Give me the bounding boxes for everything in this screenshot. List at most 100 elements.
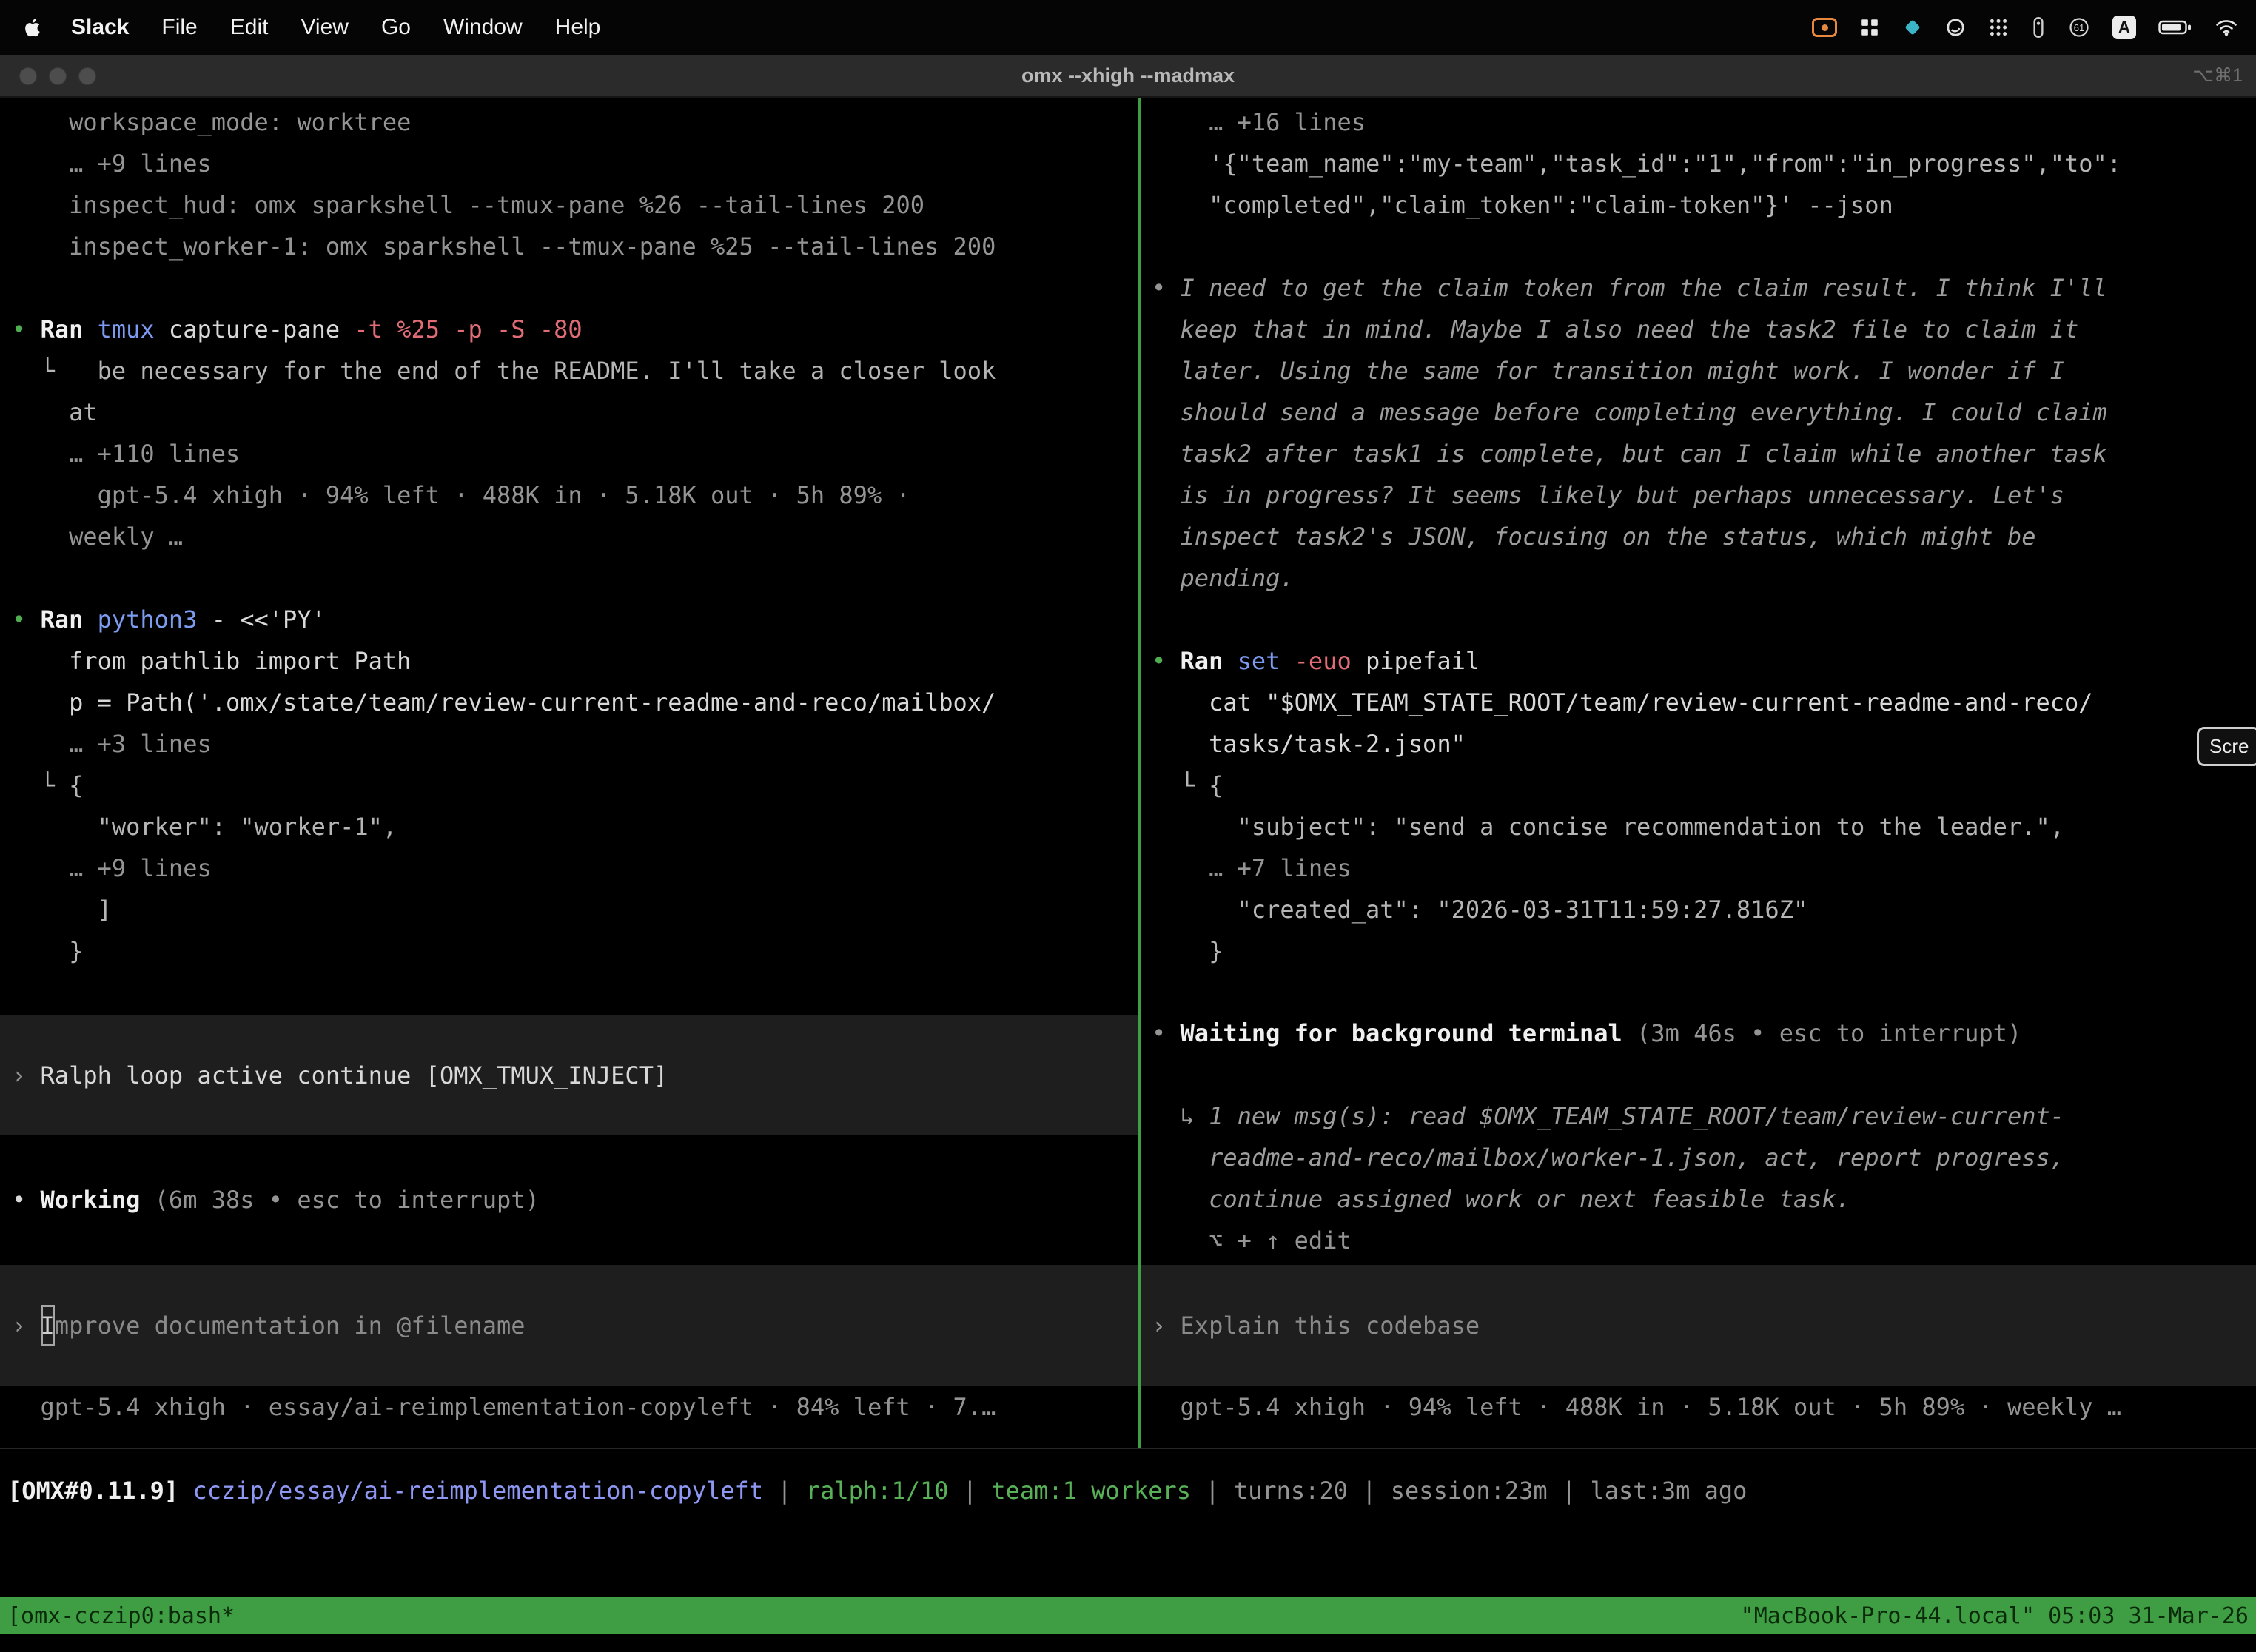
right-status-line: gpt-5.4 xhigh · 94% left · 488K in · 5.1… xyxy=(1141,1386,2256,1428)
right-message-block: ↳ 1 new msg(s): read $OMX_TEAM_STATE_ROO… xyxy=(1141,1095,2256,1261)
terminal-line: gpt-5.4 xhigh · 94% left · 488K in · 5.1… xyxy=(12,474,1138,516)
terminal-line: "completed","claim_token":"claim-token"}… xyxy=(1152,184,2256,226)
screen: Slack File Edit View Go Window Help xyxy=(0,0,2256,1652)
right-prompt-input[interactable]: › Explain this codebase xyxy=(1141,1265,2256,1386)
app-grid-icon[interactable] xyxy=(1988,11,2009,44)
terminal-panes: workspace_mode: worktree … +9 lines insp… xyxy=(0,98,2256,1449)
window-grid-icon[interactable] xyxy=(1859,11,1880,44)
tmux-status-bar: [omx-cczip0:bash* "MacBook-Pro-44.local"… xyxy=(0,1597,2256,1634)
terminal-line: is in progress? It seems likely but perh… xyxy=(1152,474,2256,516)
terminal-line: tasks/task-2.json" xyxy=(1152,723,2256,765)
input-source-icon[interactable]: A xyxy=(2112,16,2136,39)
terminal-line xyxy=(1152,599,2256,640)
menu-bar: Slack File Edit View Go Window Help xyxy=(0,0,2256,55)
screen-share-tooltip-text: Scre xyxy=(2209,735,2249,757)
left-working-line: • Working (6m 38s • esc to interrupt) xyxy=(0,1179,1138,1220)
terminal-line: • Ran set -euo pipefail xyxy=(1152,640,2256,682)
terminal-line: • I need to get the claim token from the… xyxy=(1152,267,2256,309)
omx-status-line: [OMX#0.11.9] cczip/essay/ai-reimplementa… xyxy=(7,1470,2256,1511)
menu-item-help[interactable]: Help xyxy=(539,15,617,40)
terminal-line: ⌥ + ↑ edit xyxy=(1152,1220,2256,1261)
terminal-line: cat "$OMX_TEAM_STATE_ROOT/team/review-cu… xyxy=(1152,682,2256,723)
terminal-line: gpt-5.4 xhigh · essay/ai-reimplementatio… xyxy=(12,1386,1138,1428)
terminal-line: inspect task2's JSON, focusing on the st… xyxy=(1152,516,2256,557)
terminal-line: └ { xyxy=(1152,765,2256,806)
terminal-line: • Ran python3 - <<'PY' xyxy=(12,599,1138,640)
terminal-line: … +9 lines xyxy=(12,847,1138,889)
terminal-line: • Working (6m 38s • esc to interrupt) xyxy=(12,1179,1138,1220)
right-log: … +16 lines '{"team_name":"my-team","tas… xyxy=(1141,101,2256,972)
right-pane[interactable]: … +16 lines '{"team_name":"my-team","tas… xyxy=(1141,98,2256,1448)
tmux-session-label: [omx-cczip0:bash* xyxy=(7,1603,235,1629)
terminal-line: … +3 lines xyxy=(12,723,1138,765)
battery-gauge-icon[interactable]: 61 xyxy=(2068,11,2090,44)
battery-icon[interactable] xyxy=(2158,11,2192,44)
terminal-line: readme-and-reco/mailbox/worker-1.json, a… xyxy=(1152,1137,2256,1178)
terminal-line: ↳ 1 new msg(s): read $OMX_TEAM_STATE_ROO… xyxy=(1152,1095,2256,1137)
terminal-line: inspect_worker-1: omx sparkshell --tmux-… xyxy=(12,226,1138,267)
terminal-line: "subject": "send a concise recommendatio… xyxy=(1152,806,2256,847)
window-shortcut-hint: ⌥⌘1 xyxy=(2192,55,2243,96)
terminal-line xyxy=(1152,226,2256,267)
terminal-line: weekly … xyxy=(12,516,1138,557)
terminal-line: keep that in mind. Maybe I also need the… xyxy=(1152,309,2256,350)
terminal-line: … +9 lines xyxy=(12,143,1138,184)
terminal-line: workspace_mode: worktree xyxy=(12,101,1138,143)
left-status-line: gpt-5.4 xhigh · essay/ai-reimplementatio… xyxy=(0,1386,1138,1428)
terminal-line: └ be necessary for the end of the README… xyxy=(12,350,1138,392)
left-prompt-input[interactable]: › Improve documentation in @filename xyxy=(0,1265,1138,1386)
menu-item-go[interactable]: Go xyxy=(365,15,427,40)
terminal-line xyxy=(12,267,1138,309)
terminal-line: ] xyxy=(12,889,1138,930)
terminal-line: at xyxy=(12,392,1138,433)
menu-left: Slack File Edit View Go Window Help xyxy=(0,15,617,40)
terminal-line: p = Path('.omx/state/team/review-current… xyxy=(12,682,1138,723)
terminal-line: } xyxy=(12,930,1138,972)
terminal-line: › Improve documentation in @filename xyxy=(12,1305,1138,1346)
arc-icon[interactable] xyxy=(1945,11,1966,44)
terminal-line xyxy=(12,557,1138,599)
screen-share-tooltip: Scre xyxy=(2197,727,2256,766)
menu-status-icons: 61 A xyxy=(1812,11,2256,44)
terminal-line: task2 after task1 is complete, but can I… xyxy=(1152,433,2256,474)
key-icon[interactable] xyxy=(2031,11,2046,44)
terminal-line: › Ralph loop active continue [OMX_TMUX_I… xyxy=(12,1055,1138,1096)
terminal-line: from pathlib import Path xyxy=(12,640,1138,682)
tmux-host-clock: "MacBook-Pro-44.local" 05:03 31-Mar-26 xyxy=(1741,1603,2249,1629)
menu-app-name[interactable]: Slack xyxy=(55,15,145,40)
wifi-icon[interactable] xyxy=(2215,11,2238,44)
menu-item-view[interactable]: View xyxy=(284,15,364,40)
window-title-bar: omx --xhigh --madmax ⌥⌘1 xyxy=(0,55,2256,98)
terminal-line: "worker": "worker-1", xyxy=(12,806,1138,847)
right-waiting-line: • Waiting for background terminal (3m 46… xyxy=(1141,1013,2256,1054)
terminal-line: pending. xyxy=(1152,557,2256,599)
terminal-line: └ { xyxy=(12,765,1138,806)
window-title: omx --xhigh --madmax xyxy=(0,55,2256,96)
terminal-line: should send a message before completing … xyxy=(1152,392,2256,433)
terminal-line: … +16 lines xyxy=(1152,101,2256,143)
terminal-line: … +110 lines xyxy=(12,433,1138,474)
terminal-line: } xyxy=(1152,930,2256,972)
terminal-line: "created_at": "2026-03-31T11:59:27.816Z" xyxy=(1152,889,2256,930)
terminal-line: inspect_hud: omx sparkshell --tmux-pane … xyxy=(12,184,1138,226)
left-pane[interactable]: workspace_mode: worktree … +9 lines insp… xyxy=(0,98,1138,1448)
terminal-line: continue assigned work or next feasible … xyxy=(1152,1178,2256,1220)
menu-item-window[interactable]: Window xyxy=(427,15,539,40)
left-inject-box[interactable]: › Ralph loop active continue [OMX_TMUX_I… xyxy=(0,1015,1138,1135)
screen-recording-indicator-icon[interactable] xyxy=(1812,18,1837,37)
terminal-line: • Ran tmux capture-pane -t %25 -p -S -80 xyxy=(12,309,1138,350)
apple-menu-icon[interactable] xyxy=(22,16,44,38)
left-log: workspace_mode: worktree … +9 lines insp… xyxy=(0,101,1138,972)
terminal-line: › Explain this codebase xyxy=(1152,1305,2256,1346)
record-dot-icon xyxy=(1822,24,1828,31)
menu-item-file[interactable]: File xyxy=(145,15,213,40)
terminal-line: • Waiting for background terminal (3m 46… xyxy=(1152,1013,2256,1054)
terminal-line: '{"team_name":"my-team","task_id":"1","f… xyxy=(1152,143,2256,184)
raycast-icon[interactable] xyxy=(1902,11,1923,44)
svg-text:61: 61 xyxy=(2074,22,2084,33)
menu-item-edit[interactable]: Edit xyxy=(214,15,285,40)
terminal-line: … +7 lines xyxy=(1152,847,2256,889)
terminal-line: [OMX#0.11.9] cczip/essay/ai-reimplementa… xyxy=(7,1470,2256,1511)
terminal-line: later. Using the same for transition mig… xyxy=(1152,350,2256,392)
terminal-line: gpt-5.4 xhigh · 94% left · 488K in · 5.1… xyxy=(1152,1386,2256,1428)
